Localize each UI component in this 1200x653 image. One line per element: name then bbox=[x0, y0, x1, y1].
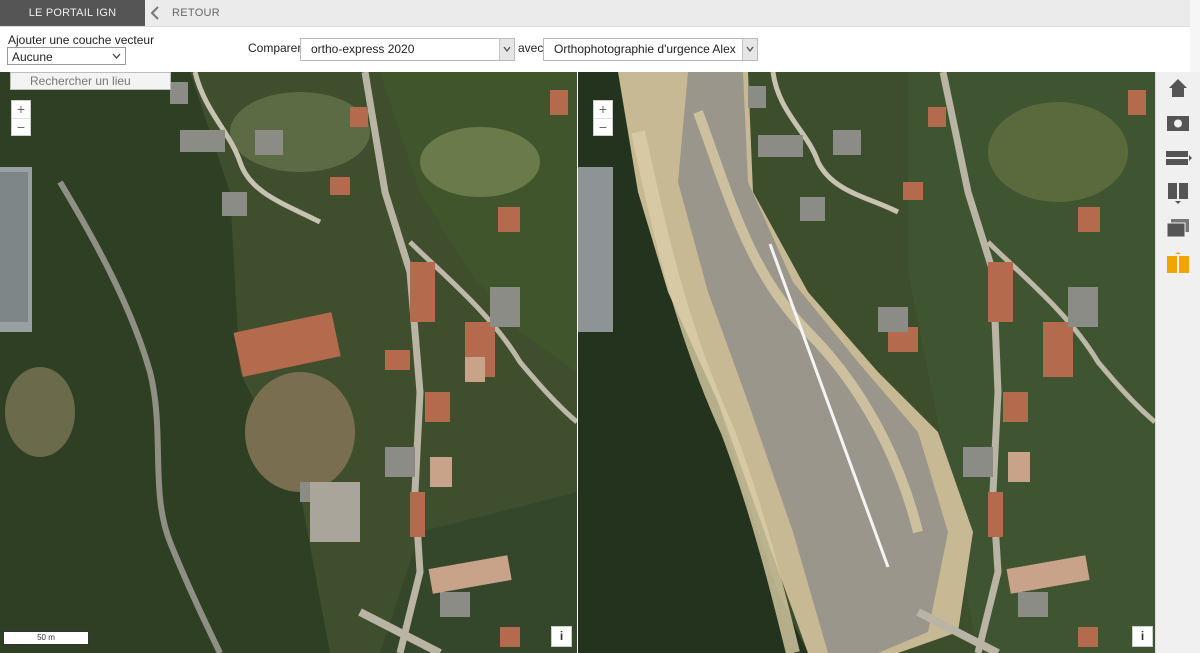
aerial-imagery-after bbox=[578, 72, 1155, 653]
home-icon bbox=[1169, 79, 1187, 97]
zoom-out-button[interactable]: − bbox=[12, 119, 30, 136]
with-label: avec bbox=[518, 41, 544, 55]
compare-right-select[interactable]: Orthophotographie d'urgence Alex bbox=[543, 38, 758, 61]
zoom-in-button[interactable]: + bbox=[594, 101, 612, 119]
chevron-down-icon bbox=[503, 46, 511, 52]
vector-layer-select[interactable]: Aucune bbox=[7, 47, 126, 65]
back-link[interactable]: RETOUR bbox=[172, 0, 220, 26]
portal-ign-tab[interactable]: LE PORTAIL IGN bbox=[0, 0, 145, 26]
window-edge bbox=[1190, 0, 1200, 72]
side-by-side-compare-icon bbox=[1167, 252, 1189, 273]
layers-button[interactable] bbox=[1164, 216, 1192, 240]
home-button[interactable] bbox=[1164, 76, 1192, 100]
compare-left-select[interactable]: ortho-express 2020 bbox=[300, 38, 515, 61]
vertical-split-button[interactable] bbox=[1164, 181, 1192, 205]
chevron-down-icon bbox=[112, 53, 121, 59]
vertical-split-icon bbox=[1168, 183, 1188, 204]
snapshot-button[interactable] bbox=[1164, 111, 1192, 135]
info-button-right[interactable]: i bbox=[1132, 626, 1153, 647]
top-bar: LE PORTAIL IGN RETOUR bbox=[0, 0, 1190, 27]
vector-layer-value: Aucune bbox=[12, 50, 53, 64]
layers-icon bbox=[1166, 219, 1189, 238]
chevron-left-icon[interactable] bbox=[149, 4, 161, 22]
zoom-control-left: + − bbox=[11, 100, 31, 136]
vector-layer-label: Ajouter une couche vecteur bbox=[8, 33, 155, 47]
horizontal-split-button[interactable] bbox=[1164, 146, 1192, 170]
map-before[interactable]: + − i bbox=[0, 72, 577, 653]
compare-left-dropdown-button[interactable] bbox=[499, 39, 514, 60]
compare-right-dropdown-button[interactable] bbox=[742, 39, 757, 60]
compare-right-value: Orthophotographie d'urgence Alex bbox=[554, 42, 736, 56]
zoom-in-button[interactable]: + bbox=[12, 101, 30, 119]
horizontal-split-icon bbox=[1166, 151, 1192, 165]
side-by-side-compare-button[interactable] bbox=[1164, 252, 1192, 276]
compare-label: Comparer bbox=[248, 41, 302, 55]
map-after[interactable]: + − i bbox=[578, 72, 1155, 653]
map-toolbar bbox=[1155, 72, 1200, 653]
zoom-out-button[interactable]: − bbox=[594, 119, 612, 136]
scale-bar: 50 m bbox=[3, 631, 89, 645]
compare-left-value: ortho-express 2020 bbox=[311, 42, 415, 56]
zoom-control-right: + − bbox=[593, 100, 613, 136]
info-button-left[interactable]: i bbox=[551, 626, 572, 647]
aerial-imagery-before bbox=[0, 72, 577, 653]
place-search-input[interactable]: Rechercher un lieu bbox=[10, 72, 171, 90]
chevron-down-icon bbox=[746, 46, 754, 52]
camera-icon bbox=[1167, 116, 1189, 131]
